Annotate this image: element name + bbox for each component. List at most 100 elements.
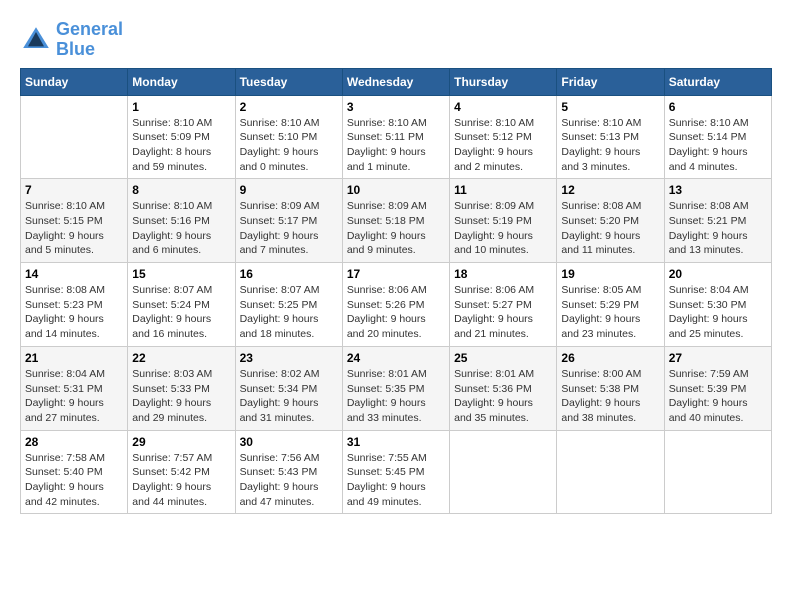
day-info: Sunrise: 8:10 AMSunset: 5:10 PMDaylight:…: [240, 116, 338, 175]
day-number: 30: [240, 435, 338, 449]
day-info: Sunrise: 8:03 AMSunset: 5:33 PMDaylight:…: [132, 367, 230, 426]
day-info: Sunrise: 7:58 AMSunset: 5:40 PMDaylight:…: [25, 451, 123, 510]
calendar-cell: 5 Sunrise: 8:10 AMSunset: 5:13 PMDayligh…: [557, 95, 664, 179]
day-info: Sunrise: 8:01 AMSunset: 5:35 PMDaylight:…: [347, 367, 445, 426]
weekday-header-thursday: Thursday: [450, 68, 557, 95]
day-number: 3: [347, 100, 445, 114]
day-info: Sunrise: 8:09 AMSunset: 5:18 PMDaylight:…: [347, 199, 445, 258]
day-info: Sunrise: 7:55 AMSunset: 5:45 PMDaylight:…: [347, 451, 445, 510]
calendar-cell: 1 Sunrise: 8:10 AMSunset: 5:09 PMDayligh…: [128, 95, 235, 179]
calendar-cell: 29 Sunrise: 7:57 AMSunset: 5:42 PMDaylig…: [128, 430, 235, 514]
day-info: Sunrise: 7:57 AMSunset: 5:42 PMDaylight:…: [132, 451, 230, 510]
day-info: Sunrise: 8:08 AMSunset: 5:21 PMDaylight:…: [669, 199, 767, 258]
calendar-cell: 14 Sunrise: 8:08 AMSunset: 5:23 PMDaylig…: [21, 263, 128, 347]
calendar-cell: 12 Sunrise: 8:08 AMSunset: 5:20 PMDaylig…: [557, 179, 664, 263]
calendar-cell: 26 Sunrise: 8:00 AMSunset: 5:38 PMDaylig…: [557, 346, 664, 430]
calendar-cell: [450, 430, 557, 514]
calendar-cell: 23 Sunrise: 8:02 AMSunset: 5:34 PMDaylig…: [235, 346, 342, 430]
day-number: 1: [132, 100, 230, 114]
day-info: Sunrise: 8:10 AMSunset: 5:15 PMDaylight:…: [25, 199, 123, 258]
day-info: Sunrise: 8:05 AMSunset: 5:29 PMDaylight:…: [561, 283, 659, 342]
day-number: 24: [347, 351, 445, 365]
day-info: Sunrise: 8:00 AMSunset: 5:38 PMDaylight:…: [561, 367, 659, 426]
calendar-cell: 7 Sunrise: 8:10 AMSunset: 5:15 PMDayligh…: [21, 179, 128, 263]
calendar-cell: 13 Sunrise: 8:08 AMSunset: 5:21 PMDaylig…: [664, 179, 771, 263]
day-info: Sunrise: 8:02 AMSunset: 5:34 PMDaylight:…: [240, 367, 338, 426]
day-number: 10: [347, 183, 445, 197]
calendar-cell: 21 Sunrise: 8:04 AMSunset: 5:31 PMDaylig…: [21, 346, 128, 430]
day-number: 14: [25, 267, 123, 281]
day-info: Sunrise: 8:10 AMSunset: 5:12 PMDaylight:…: [454, 116, 552, 175]
weekday-header-sunday: Sunday: [21, 68, 128, 95]
day-number: 2: [240, 100, 338, 114]
calendar-cell: 18 Sunrise: 8:06 AMSunset: 5:27 PMDaylig…: [450, 263, 557, 347]
day-info: Sunrise: 8:08 AMSunset: 5:20 PMDaylight:…: [561, 199, 659, 258]
calendar-cell: 17 Sunrise: 8:06 AMSunset: 5:26 PMDaylig…: [342, 263, 449, 347]
day-number: 23: [240, 351, 338, 365]
day-info: Sunrise: 8:10 AMSunset: 5:14 PMDaylight:…: [669, 116, 767, 175]
calendar-cell: 24 Sunrise: 8:01 AMSunset: 5:35 PMDaylig…: [342, 346, 449, 430]
day-number: 28: [25, 435, 123, 449]
day-info: Sunrise: 8:10 AMSunset: 5:13 PMDaylight:…: [561, 116, 659, 175]
day-number: 7: [25, 183, 123, 197]
day-info: Sunrise: 8:10 AMSunset: 5:16 PMDaylight:…: [132, 199, 230, 258]
day-info: Sunrise: 8:04 AMSunset: 5:30 PMDaylight:…: [669, 283, 767, 342]
day-info: Sunrise: 8:01 AMSunset: 5:36 PMDaylight:…: [454, 367, 552, 426]
day-info: Sunrise: 8:10 AMSunset: 5:09 PMDaylight:…: [132, 116, 230, 175]
day-info: Sunrise: 8:09 AMSunset: 5:19 PMDaylight:…: [454, 199, 552, 258]
calendar-cell: 11 Sunrise: 8:09 AMSunset: 5:19 PMDaylig…: [450, 179, 557, 263]
day-number: 15: [132, 267, 230, 281]
calendar-cell: 22 Sunrise: 8:03 AMSunset: 5:33 PMDaylig…: [128, 346, 235, 430]
calendar-cell: 9 Sunrise: 8:09 AMSunset: 5:17 PMDayligh…: [235, 179, 342, 263]
logo-text: General Blue: [56, 20, 123, 60]
day-number: 12: [561, 183, 659, 197]
logo-icon: [20, 24, 52, 56]
day-number: 8: [132, 183, 230, 197]
day-info: Sunrise: 8:09 AMSunset: 5:17 PMDaylight:…: [240, 199, 338, 258]
calendar-cell: 3 Sunrise: 8:10 AMSunset: 5:11 PMDayligh…: [342, 95, 449, 179]
day-number: 16: [240, 267, 338, 281]
calendar-cell: 6 Sunrise: 8:10 AMSunset: 5:14 PMDayligh…: [664, 95, 771, 179]
weekday-header-tuesday: Tuesday: [235, 68, 342, 95]
calendar-cell: 4 Sunrise: 8:10 AMSunset: 5:12 PMDayligh…: [450, 95, 557, 179]
day-number: 29: [132, 435, 230, 449]
day-number: 20: [669, 267, 767, 281]
calendar-cell: 27 Sunrise: 7:59 AMSunset: 5:39 PMDaylig…: [664, 346, 771, 430]
calendar-cell: [21, 95, 128, 179]
day-number: 13: [669, 183, 767, 197]
weekday-header-wednesday: Wednesday: [342, 68, 449, 95]
day-number: 18: [454, 267, 552, 281]
day-info: Sunrise: 7:59 AMSunset: 5:39 PMDaylight:…: [669, 367, 767, 426]
weekday-header-monday: Monday: [128, 68, 235, 95]
day-number: 26: [561, 351, 659, 365]
calendar-cell: 15 Sunrise: 8:07 AMSunset: 5:24 PMDaylig…: [128, 263, 235, 347]
day-info: Sunrise: 8:10 AMSunset: 5:11 PMDaylight:…: [347, 116, 445, 175]
calendar-cell: 20 Sunrise: 8:04 AMSunset: 5:30 PMDaylig…: [664, 263, 771, 347]
calendar-cell: [557, 430, 664, 514]
day-number: 25: [454, 351, 552, 365]
day-info: Sunrise: 7:56 AMSunset: 5:43 PMDaylight:…: [240, 451, 338, 510]
calendar-cell: 8 Sunrise: 8:10 AMSunset: 5:16 PMDayligh…: [128, 179, 235, 263]
calendar-cell: 25 Sunrise: 8:01 AMSunset: 5:36 PMDaylig…: [450, 346, 557, 430]
weekday-header-friday: Friday: [557, 68, 664, 95]
calendar-cell: 28 Sunrise: 7:58 AMSunset: 5:40 PMDaylig…: [21, 430, 128, 514]
day-info: Sunrise: 8:04 AMSunset: 5:31 PMDaylight:…: [25, 367, 123, 426]
day-number: 22: [132, 351, 230, 365]
logo: General Blue: [20, 20, 123, 60]
calendar-cell: 19 Sunrise: 8:05 AMSunset: 5:29 PMDaylig…: [557, 263, 664, 347]
calendar-cell: [664, 430, 771, 514]
calendar-cell: 10 Sunrise: 8:09 AMSunset: 5:18 PMDaylig…: [342, 179, 449, 263]
calendar-cell: 2 Sunrise: 8:10 AMSunset: 5:10 PMDayligh…: [235, 95, 342, 179]
day-number: 27: [669, 351, 767, 365]
day-number: 4: [454, 100, 552, 114]
day-number: 11: [454, 183, 552, 197]
day-info: Sunrise: 8:08 AMSunset: 5:23 PMDaylight:…: [25, 283, 123, 342]
calendar-cell: 31 Sunrise: 7:55 AMSunset: 5:45 PMDaylig…: [342, 430, 449, 514]
day-number: 9: [240, 183, 338, 197]
day-number: 21: [25, 351, 123, 365]
weekday-header-saturday: Saturday: [664, 68, 771, 95]
calendar-cell: 30 Sunrise: 7:56 AMSunset: 5:43 PMDaylig…: [235, 430, 342, 514]
day-number: 31: [347, 435, 445, 449]
day-number: 5: [561, 100, 659, 114]
day-info: Sunrise: 8:07 AMSunset: 5:24 PMDaylight:…: [132, 283, 230, 342]
